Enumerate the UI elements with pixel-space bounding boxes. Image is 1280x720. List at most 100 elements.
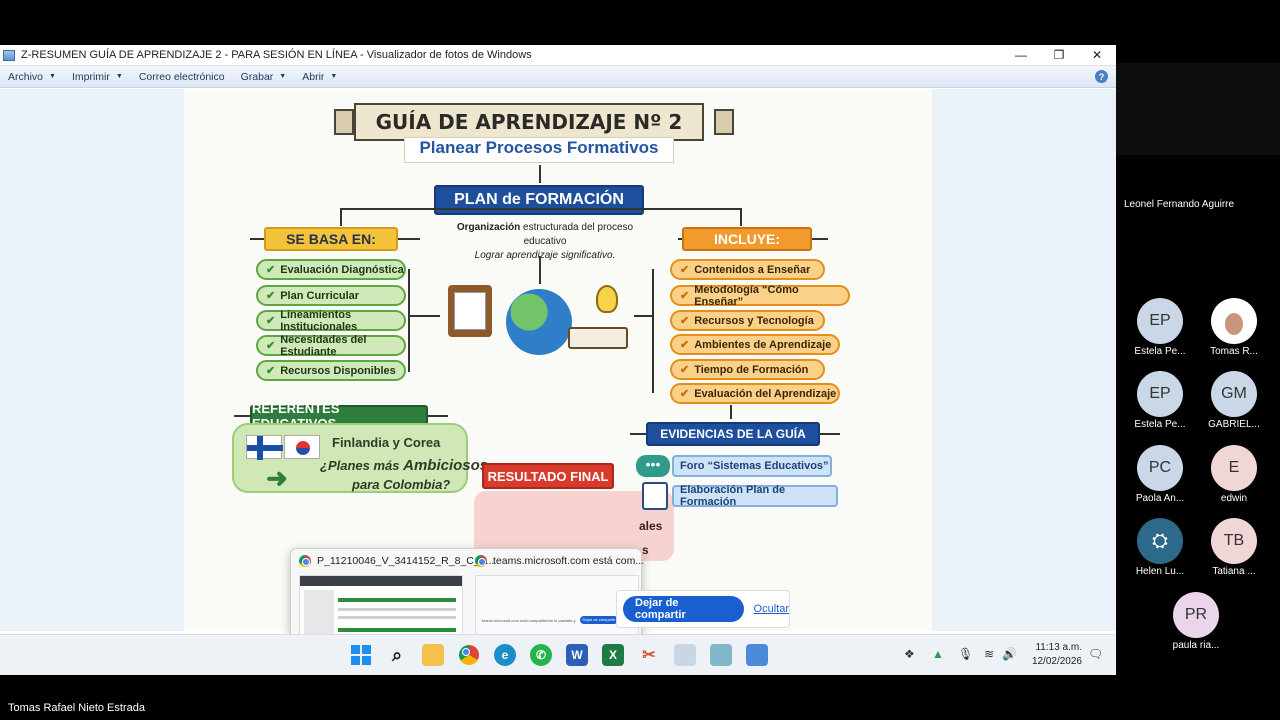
- taskbar: ⌕ e ✆ W X ✂ ❖ ▲ 🎙 ≋ 🔊 11:13 a.m. 12/02/2…: [0, 634, 1116, 675]
- google-drive-icon[interactable]: ▲: [932, 647, 944, 661]
- incluye-item-2: ✔ Metodología “Cómo Enseñar”: [670, 284, 850, 308]
- connector: [740, 208, 742, 226]
- check-icon: ✔: [266, 365, 276, 377]
- evidencias-box: EVIDENCIAS DE LA GUÍA: [646, 422, 820, 446]
- plan-notes: Organización estructurada del proceso ed…: [442, 221, 648, 263]
- basa-item-4: ✔ Necesidades del Estudiante: [256, 333, 406, 358]
- incluye-label: Tiempo de Formación: [694, 363, 809, 376]
- incluye-item-4: ✔ Ambientes de Aprendizaje: [670, 334, 840, 355]
- hide-link[interactable]: Ocultar: [754, 603, 789, 615]
- connector: [730, 405, 732, 419]
- basa-label: Plan Curricular: [280, 289, 360, 302]
- search-icon[interactable]: ⌕: [386, 644, 408, 666]
- clock[interactable]: 11:13 a.m. 12/02/2026: [1032, 641, 1082, 669]
- clock-time: 11:13 a.m.: [1035, 642, 1082, 653]
- photos-icon[interactable]: [710, 644, 732, 666]
- ribbon-tail-right: [714, 109, 734, 135]
- check-icon: ✔: [266, 290, 276, 302]
- ref-line2b: Ambiciosos: [403, 457, 489, 474]
- participant-tile[interactable]: EP Estela Pe...: [1123, 298, 1197, 357]
- guide-title: GUÍA DE APRENDIZAJE Nº 2: [354, 103, 704, 141]
- title-bar[interactable]: Z-RESUMEN GUÍA DE APRENDIZAJE 2 - PARA S…: [0, 45, 1116, 66]
- camera-tile: [1116, 63, 1280, 155]
- help-icon[interactable]: ?: [1095, 70, 1108, 83]
- whatsapp-icon[interactable]: ✆: [530, 644, 552, 666]
- chrome-icon: [475, 555, 487, 567]
- minimize-button[interactable]: —: [1002, 45, 1040, 66]
- incluye-label: Evaluación del Aprendizaje: [694, 387, 837, 400]
- menu-archivo[interactable]: Archivo ▼: [0, 71, 64, 83]
- clipboard-icon: [448, 285, 492, 337]
- connector: [539, 165, 541, 183]
- connector: [408, 269, 410, 372]
- microphone-icon[interactable]: 🎙: [958, 647, 973, 661]
- wifi-icon[interactable]: ≋: [984, 647, 994, 661]
- menu-abrir[interactable]: Abrir ▼: [294, 71, 345, 83]
- participant-name: Estela Pe...: [1134, 346, 1186, 357]
- participant-tile[interactable]: PC Paola An...: [1123, 445, 1197, 504]
- arrow-right-icon: ➜: [266, 463, 288, 493]
- preview-tab-1[interactable]: P_11210046_V_3414152_R_8_C_9...: [299, 555, 494, 567]
- menu-label: Abrir: [302, 70, 325, 83]
- basa-item-1: ✔ Evaluación Diagnóstica: [256, 259, 406, 280]
- korea-flag-icon: [284, 435, 320, 459]
- basa-item-5: ✔ Recursos Disponibles: [256, 360, 406, 381]
- connector: [652, 269, 654, 393]
- maximize-button[interactable]: ❐: [1040, 45, 1078, 66]
- incluye-label: Recursos y Tecnología: [694, 314, 814, 327]
- basa-label: Necesidades del Estudiante: [280, 333, 367, 358]
- chevron-down-icon: ▼: [279, 73, 287, 80]
- menu-correo[interactable]: Correo electrónico: [131, 71, 233, 83]
- edge-icon[interactable]: e: [494, 644, 516, 666]
- participant-tile[interactable]: PR paula ria...: [1159, 592, 1233, 651]
- menu-label: Archivo: [8, 70, 44, 83]
- participant-tile[interactable]: TB Tatiana ...: [1197, 518, 1271, 577]
- note1-bold: Organización: [456, 222, 521, 233]
- resultado-partial1: ales: [639, 519, 663, 533]
- basa-label: Recursos Disponibles: [280, 364, 396, 377]
- windows-start-icon[interactable]: [350, 644, 372, 666]
- avatar: TB: [1211, 518, 1257, 564]
- menu-imprimir[interactable]: Imprimir ▼: [64, 71, 131, 83]
- participant-tile[interactable]: E edwin: [1197, 445, 1271, 504]
- connector: [340, 208, 740, 210]
- avatar: PR: [1173, 592, 1219, 638]
- participant-name: GABRIEL...: [1208, 419, 1260, 430]
- avatar: PC: [1137, 445, 1183, 491]
- document-icon: [642, 482, 668, 510]
- globe-icon: [506, 289, 572, 355]
- file-explorer-icon[interactable]: [422, 644, 444, 666]
- preview-tab-2[interactable]: teams.microsoft.com está com...: [475, 555, 644, 567]
- basa-label: Evaluación Diagnóstica: [280, 263, 404, 276]
- book-icon: [568, 327, 628, 349]
- menu-grabar[interactable]: Grabar ▼: [233, 71, 295, 83]
- volume-icon[interactable]: 🔊: [1002, 647, 1017, 661]
- word-icon[interactable]: W: [566, 644, 588, 666]
- notepad-icon[interactable]: [674, 644, 696, 666]
- connector: [340, 208, 342, 226]
- incluye-box: INCLUYE:: [682, 227, 812, 251]
- participant-tile[interactable]: ⛭ Helen Lu...: [1123, 518, 1197, 577]
- close-button[interactable]: ✕: [1078, 45, 1116, 66]
- finland-flag-icon: [246, 435, 283, 460]
- participant-tile[interactable]: EP Estela Pe...: [1123, 371, 1197, 430]
- guide-subtitle: Planear Procesos Formativos: [404, 137, 674, 163]
- participant-tile[interactable]: Tomas R...: [1197, 298, 1271, 357]
- participant-tile[interactable]: GM GABRIEL...: [1197, 371, 1271, 430]
- excel-icon[interactable]: X: [602, 644, 624, 666]
- ribbon-tail-left: [334, 109, 354, 135]
- stop-sharing-button[interactable]: Dejar de compartir: [623, 596, 744, 622]
- notification-icon[interactable]: 🗨: [1088, 647, 1103, 661]
- check-icon: ✔: [680, 290, 690, 302]
- menu-label: Correo electrónico: [138, 70, 225, 83]
- basa-item-3: ✔ Lineamientos Institucionales: [256, 309, 406, 333]
- face-icon: [1225, 313, 1243, 335]
- snipping-tool-icon[interactable]: ✂: [638, 644, 660, 666]
- dropbox-icon[interactable]: ❖: [904, 647, 915, 661]
- chevron-down-icon: ▼: [330, 73, 338, 80]
- check-icon: ✔: [680, 388, 690, 400]
- chrome-taskbar-icon[interactable]: [458, 644, 480, 666]
- photo-viewer-taskbar-icon[interactable]: [746, 644, 768, 666]
- presenter-name: Tomas Rafael Nieto Estrada: [8, 702, 145, 714]
- photo-viewer-icon: [3, 49, 15, 61]
